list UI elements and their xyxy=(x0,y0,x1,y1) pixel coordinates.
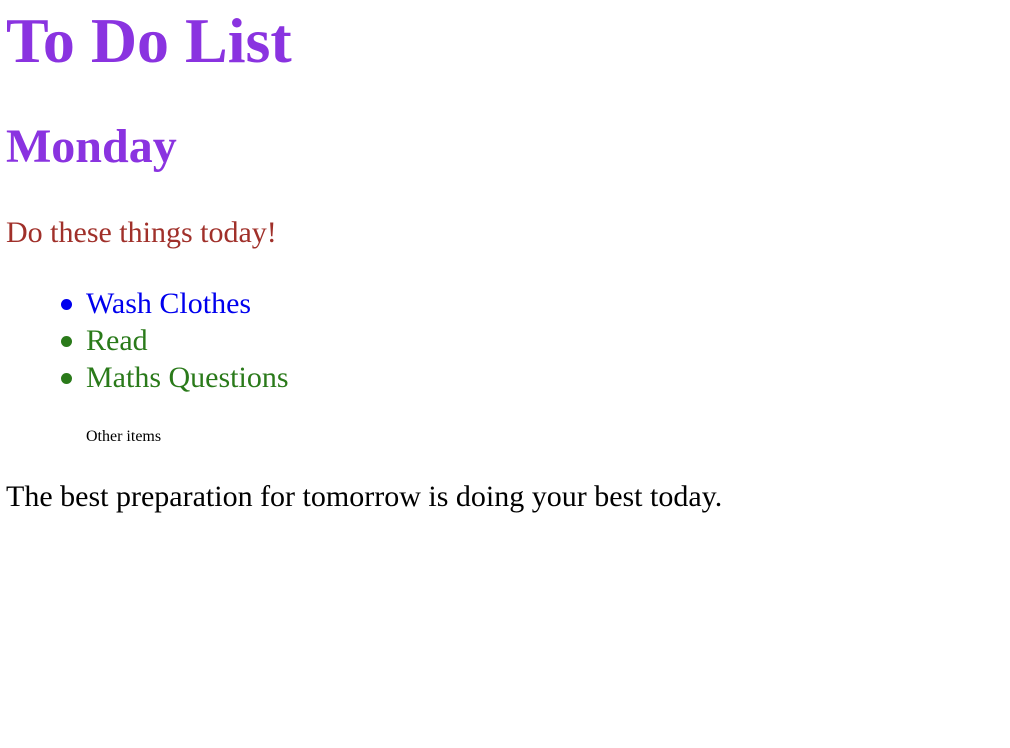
page-title: To Do List xyxy=(6,5,292,76)
intro-text: Do these things today! xyxy=(6,216,277,249)
quote-text: The best preparation for tomorrow is doi… xyxy=(6,480,723,513)
bullet-icon xyxy=(61,336,72,347)
bullet-icon xyxy=(61,373,72,384)
other-items-text: Other items xyxy=(86,428,162,445)
task-item-read: Read xyxy=(58,322,289,359)
bullet-icon xyxy=(61,299,72,310)
task-label: Maths Questions xyxy=(86,361,289,394)
task-item-wash-clothes[interactable]: Wash Clothes xyxy=(58,285,289,322)
day-heading: Monday xyxy=(6,120,177,173)
task-list: Wash Clothes Read Maths Questions xyxy=(58,285,289,396)
task-item-maths-questions: Maths Questions xyxy=(58,359,289,396)
task-label: Wash Clothes xyxy=(86,287,252,320)
task-label: Read xyxy=(86,324,148,357)
